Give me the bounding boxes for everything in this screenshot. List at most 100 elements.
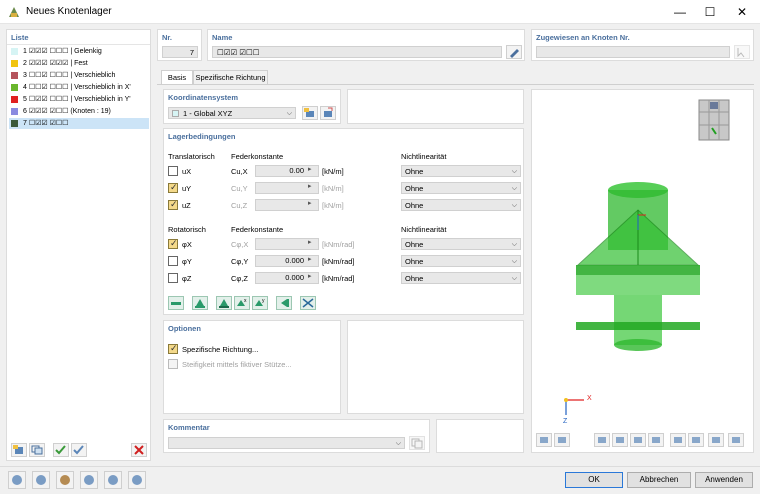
list-item[interactable]: 6 ☑☑☑ ☑☐☐ (Knoten : 19) <box>9 106 149 117</box>
preset-sliding-y-button[interactable]: y <box>252 296 268 310</box>
nr-field[interactable]: 7 <box>162 46 198 58</box>
preset-hinged-button[interactable] <box>192 296 208 310</box>
edit-coord-button[interactable] <box>320 106 336 120</box>
coord-select[interactable]: 1 - Global XYZ ⌵ <box>168 107 296 119</box>
spring-label: Cφ,X <box>231 240 249 249</box>
rot-checkbox[interactable] <box>168 273 178 283</box>
maximize-button[interactable]: ☐ <box>694 0 726 24</box>
nonlinearity-select[interactable]: Ohne ⌵ <box>401 272 521 284</box>
nonlinearity-select[interactable]: Ohne ⌵ <box>401 182 521 194</box>
trans-checkbox[interactable] <box>168 199 178 210</box>
help-icon[interactable] <box>104 471 122 489</box>
edit-name-button[interactable] <box>506 45 522 59</box>
empty-panel-mid <box>347 320 524 414</box>
stepper-icon[interactable]: ▸ <box>308 165 312 173</box>
comment-select[interactable]: ⌵ <box>168 437 405 449</box>
nichtlinearitaet-label-rot: Nichtlinearität <box>401 225 447 234</box>
z-axis-label: Z <box>563 418 568 425</box>
print-icon[interactable] <box>708 433 724 447</box>
list-item-label: 7 ☐☑☑ ☑☐☐ <box>23 120 69 127</box>
steifigkeit-checkbox[interactable] <box>168 359 178 369</box>
preset-free-button[interactable] <box>168 296 184 310</box>
formula-icon[interactable] <box>128 471 146 489</box>
name-label: Name <box>212 33 233 42</box>
unit-label: [kN/m] <box>322 167 344 176</box>
list-item[interactable]: 4 ☐☐☑ ☐☐☐ | Verschieblich in X' <box>9 82 149 93</box>
name-field[interactable]: ☐☑☑ ☑☐☐ <box>212 46 502 58</box>
bearing-header: Lagerbedingungen <box>168 132 236 141</box>
preset-fixed-button[interactable] <box>216 296 232 310</box>
tab-spezifische-richtung[interactable]: Spezifische Richtung <box>193 70 268 84</box>
nonlinearity-select[interactable]: Ohne ⌵ <box>401 255 521 267</box>
list-item[interactable]: 2 ☑☑☑ ☑☑☑ | Fest <box>9 58 149 69</box>
list-item-label: 6 ☑☑☑ ☑☐☐ (Knoten : 19) <box>23 108 111 115</box>
copy-view-icon[interactable] <box>688 433 704 447</box>
coord-header: Koordinatensystem <box>168 93 239 102</box>
view-reset-icon[interactable] <box>536 433 552 447</box>
stepper-icon[interactable]: ▸ <box>308 238 312 246</box>
preview-panel[interactable]: X Z <box>531 89 754 453</box>
assigned-field[interactable] <box>536 46 730 58</box>
layers-icon[interactable] <box>670 433 686 447</box>
minimize-button[interactable]: — <box>664 0 696 24</box>
list-item[interactable]: 3 ☐☐☑ ☐☐☐ | Verschieblich <box>9 70 149 81</box>
stepper-icon[interactable]: ▸ <box>308 272 312 280</box>
apply-button[interactable]: Anwenden <box>695 472 753 488</box>
rot-name-label: φX <box>182 240 192 249</box>
stepper-icon[interactable]: ▸ <box>308 199 312 207</box>
tab-basis[interactable]: Basis <box>161 70 193 84</box>
nonlinearity-select[interactable]: Ohne ⌵ <box>401 238 521 250</box>
spring-label: Cφ,Y <box>231 257 249 266</box>
delete-button[interactable] <box>131 443 147 457</box>
trans-name-label: uZ <box>182 201 191 210</box>
new-item-button[interactable] <box>11 443 27 457</box>
assigned-panel: Zugewiesen an Knoten Nr. <box>531 29 754 61</box>
unit-label: [kNm/rad] <box>322 257 355 266</box>
trans-checkbox[interactable] <box>168 166 178 176</box>
pick-node-button[interactable] <box>734 45 750 59</box>
close-button[interactable]: ✕ <box>726 0 758 24</box>
spez-richtung-checkbox[interactable] <box>168 343 178 354</box>
nonlinearity-select[interactable]: Ohne ⌵ <box>401 199 521 211</box>
comment-copy-button[interactable] <box>409 436 425 450</box>
nonlinearity-value: Ohne <box>405 184 424 193</box>
new-coord-button[interactable] <box>302 106 318 120</box>
unit-label: [kNm/rad] <box>322 274 355 283</box>
preset-wall-button[interactable] <box>276 296 292 310</box>
steifigkeit-label: Steifigkeit mittels fiktiver Stütze... <box>182 360 292 369</box>
color-swatch-icon <box>11 96 18 103</box>
rot-checkbox[interactable] <box>168 256 178 266</box>
ok-button[interactable]: OK <box>565 472 623 488</box>
list-item[interactable]: 5 ☐☑☑ ☐☐☐ | Verschieblich in Y' <box>9 94 149 105</box>
rotate-x-icon[interactable] <box>594 433 610 447</box>
rot-checkbox[interactable] <box>168 238 178 249</box>
color-swatch-icon <box>11 60 18 67</box>
list-item[interactable]: 1 ☑☑☑ ☐☐☐ | Gelenkig <box>9 46 149 57</box>
rotate-y-icon[interactable] <box>612 433 628 447</box>
stepper-icon[interactable]: ▸ <box>308 182 312 190</box>
preset-sliding-x-button[interactable]: x <box>234 296 250 310</box>
node-icon[interactable] <box>80 471 98 489</box>
copy-item-button[interactable] <box>29 443 45 457</box>
nonlinearity-select[interactable]: Ohne ⌵ <box>401 165 521 177</box>
rot-name-label: φZ <box>182 274 192 283</box>
list-item[interactable]: 7 ☐☑☑ ☑☐☐ <box>9 118 149 129</box>
rotate-z-icon[interactable] <box>630 433 646 447</box>
cancel-button[interactable]: Abbrechen <box>627 472 691 488</box>
trans-checkbox[interactable] <box>168 182 178 193</box>
search-icon[interactable] <box>8 471 26 489</box>
stepper-icon[interactable]: ▸ <box>308 255 312 263</box>
spring-label: Cφ,Z <box>231 274 248 283</box>
color-icon[interactable] <box>56 471 74 489</box>
rot-name-label: φY <box>182 257 192 266</box>
axes-icon[interactable] <box>554 433 570 447</box>
spez-richtung-label: Spezifische Richtung... <box>182 345 259 354</box>
chevron-down-icon: ⌵ <box>511 185 517 192</box>
settings-icon[interactable] <box>728 433 744 447</box>
check-all-button[interactable] <box>53 443 69 457</box>
uncheck-button[interactable] <box>71 443 87 457</box>
title-bar: Neues Knotenlager — ☐ ✕ <box>0 0 760 24</box>
iso-icon[interactable] <box>648 433 664 447</box>
preset-expand-button[interactable] <box>300 296 316 310</box>
number-icon[interactable] <box>32 471 50 489</box>
